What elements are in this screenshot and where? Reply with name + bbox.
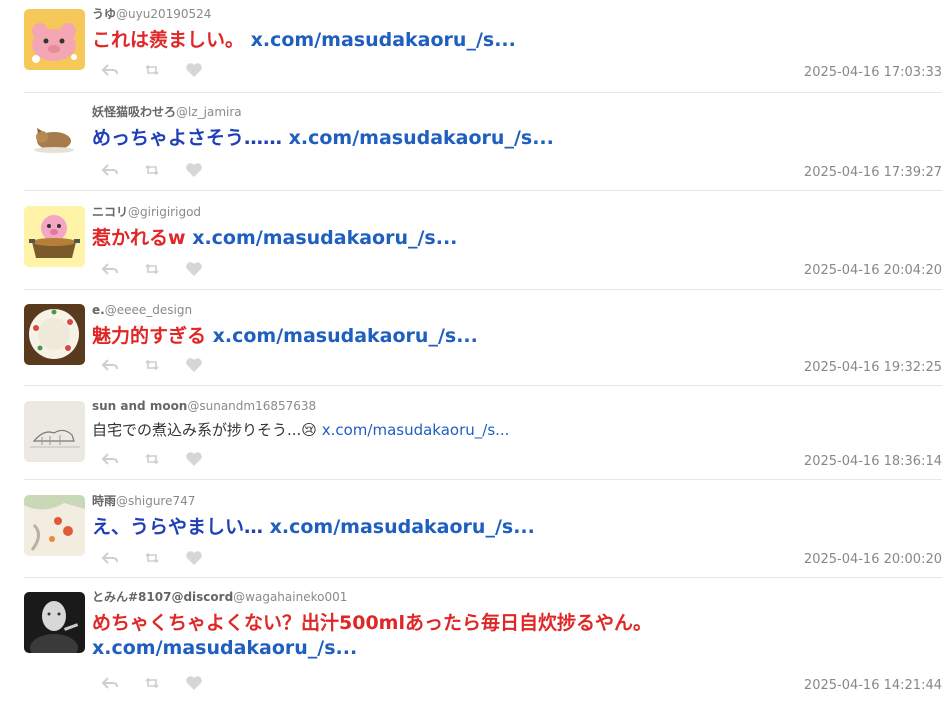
tweet-body: え、うらやましい…: [92, 516, 264, 538]
pig-pot-avatar[interactable]: [24, 206, 85, 267]
reply-icon[interactable]: [101, 550, 121, 566]
user-handle[interactable]: @sunandm16857638: [187, 399, 316, 413]
user-handle[interactable]: @girigirigod: [128, 205, 201, 219]
display-name[interactable]: うゆ: [92, 7, 116, 21]
plate-avatar[interactable]: [24, 304, 85, 365]
tweet-text: めっちゃよさそう…… x.com/masudakaoru_/s...: [92, 126, 942, 151]
pink-pig-avatar[interactable]: [24, 9, 85, 70]
retweet-icon[interactable]: [143, 675, 163, 691]
display-name[interactable]: ニコリ: [92, 205, 128, 219]
display-name[interactable]: e.: [92, 303, 105, 317]
tweet-body: 惹かれるw: [92, 227, 186, 249]
reply-icon[interactable]: [101, 451, 121, 467]
tweet-item: 時雨@shigure747 え、うらやましい… x.com/masudakaor…: [24, 480, 942, 578]
retweet-icon[interactable]: [143, 451, 163, 467]
tweet-item: 妖怪猫吸わせろ@lz_jamira めっちゃよさそう…… x.com/masud…: [24, 93, 942, 191]
timestamp[interactable]: 2025-04-16 20:00:20: [804, 552, 942, 567]
like-icon[interactable]: [185, 550, 205, 566]
tweet-link[interactable]: x.com/masudakaoru_/s...: [192, 227, 457, 249]
user-handle[interactable]: @uyu20190524: [116, 7, 211, 21]
tweet-text: 惹かれるw x.com/masudakaoru_/s...: [92, 226, 942, 251]
tweet-actions: [101, 675, 205, 691]
tweet-actions: [101, 357, 205, 373]
tweet-actions: [101, 451, 205, 467]
reply-icon[interactable]: [101, 261, 121, 277]
timestamp[interactable]: 2025-04-16 20:04:20: [804, 263, 942, 278]
sleeping-cat-avatar[interactable]: [24, 107, 85, 168]
timestamp[interactable]: 2025-04-16 18:36:14: [804, 454, 942, 469]
reply-icon[interactable]: [101, 62, 121, 78]
retweet-icon[interactable]: [143, 62, 163, 78]
user-handle[interactable]: @shigure747: [116, 494, 195, 508]
retweet-icon[interactable]: [143, 162, 163, 178]
tweet-item: とみん#8107@discord@wagahaineko001 めちゃくちゃよく…: [24, 578, 942, 703]
retweet-icon[interactable]: [143, 261, 163, 277]
tweet-item: うゆ@uyu20190524 これは羨ましい。 x.com/masudakaor…: [24, 0, 942, 93]
tweet-item: e.@eeee_design 魅力的すぎる x.com/masudakaoru_…: [24, 290, 942, 386]
timestamp[interactable]: 2025-04-16 17:03:33: [804, 65, 942, 80]
display-name[interactable]: 時雨: [92, 494, 116, 508]
portrait-avatar[interactable]: [24, 592, 85, 653]
tweet-text: 魅力的すぎる x.com/masudakaoru_/s...: [92, 324, 942, 349]
tweet-item: ニコリ@girigirigod 惹かれるw x.com/masudakaoru_…: [24, 191, 942, 290]
like-icon[interactable]: [185, 451, 205, 467]
like-icon[interactable]: [185, 675, 205, 691]
tweet-body: めちゃくちゃよくない？出汁500mlあったら毎日自炊捗るやん。: [92, 612, 652, 634]
like-icon[interactable]: [185, 62, 205, 78]
sketch-avatar[interactable]: [24, 401, 85, 462]
tweet-feed: うゆ@uyu20190524 これは羨ましい。 x.com/masudakaor…: [24, 0, 942, 703]
tweet-actions: [101, 162, 205, 178]
retweet-icon[interactable]: [143, 357, 163, 373]
tweet-text: え、うらやましい… x.com/masudakaoru_/s...: [92, 515, 942, 540]
like-icon[interactable]: [185, 261, 205, 277]
tweet-text: これは羨ましい。 x.com/masudakaoru_/s...: [92, 28, 942, 53]
tweet-body: 自宅での煮込み系が捗りそう...😢: [92, 421, 317, 439]
reply-icon[interactable]: [101, 357, 121, 373]
tweet-link[interactable]: x.com/masudakaoru_/s...: [289, 127, 554, 149]
tweet-link[interactable]: x.com/masudakaoru_/s...: [92, 637, 357, 659]
tweet-link[interactable]: x.com/masudakaoru_/s...: [251, 29, 516, 51]
user-handle[interactable]: @lz_jamira: [176, 105, 242, 119]
tweet-actions: [101, 62, 205, 78]
like-icon[interactable]: [185, 162, 205, 178]
retweet-icon[interactable]: [143, 550, 163, 566]
timestamp[interactable]: 2025-04-16 14:21:44: [804, 678, 942, 693]
user-handle[interactable]: @wagahaineko001: [233, 590, 347, 604]
tweet-body: これは羨ましい。: [92, 29, 245, 51]
tweet-text: めちゃくちゃよくない？出汁500mlあったら毎日自炊捗るやん。 x.com/ma…: [92, 611, 732, 661]
tweet-body: めっちゃよさそう……: [92, 127, 283, 149]
timestamp[interactable]: 2025-04-16 17:39:27: [804, 165, 942, 180]
user-handle[interactable]: @eeee_design: [105, 303, 192, 317]
reply-icon[interactable]: [101, 675, 121, 691]
painting-avatar[interactable]: [24, 495, 85, 556]
tweet-actions: [101, 550, 205, 566]
tweet-item: sun and moon@sunandm16857638 自宅での煮込み系が捗り…: [24, 386, 942, 480]
display-name[interactable]: 妖怪猫吸わせろ: [92, 105, 176, 119]
timestamp[interactable]: 2025-04-16 19:32:25: [804, 360, 942, 375]
like-icon[interactable]: [185, 357, 205, 373]
tweet-actions: [101, 261, 205, 277]
tweet-body: 魅力的すぎる: [92, 325, 207, 347]
tweet-link[interactable]: x.com/masudakaoru_/s...: [213, 325, 478, 347]
tweet-link[interactable]: x.com/masudakaoru_/s...: [270, 516, 535, 538]
tweet-text: 自宅での煮込み系が捗りそう...😢 x.com/masudakaoru_/s..…: [92, 420, 942, 440]
display-name[interactable]: とみん#8107@discord: [92, 590, 233, 604]
tweet-link[interactable]: x.com/masudakaoru_/s...: [322, 421, 510, 439]
display-name[interactable]: sun and moon: [92, 399, 187, 413]
reply-icon[interactable]: [101, 162, 121, 178]
